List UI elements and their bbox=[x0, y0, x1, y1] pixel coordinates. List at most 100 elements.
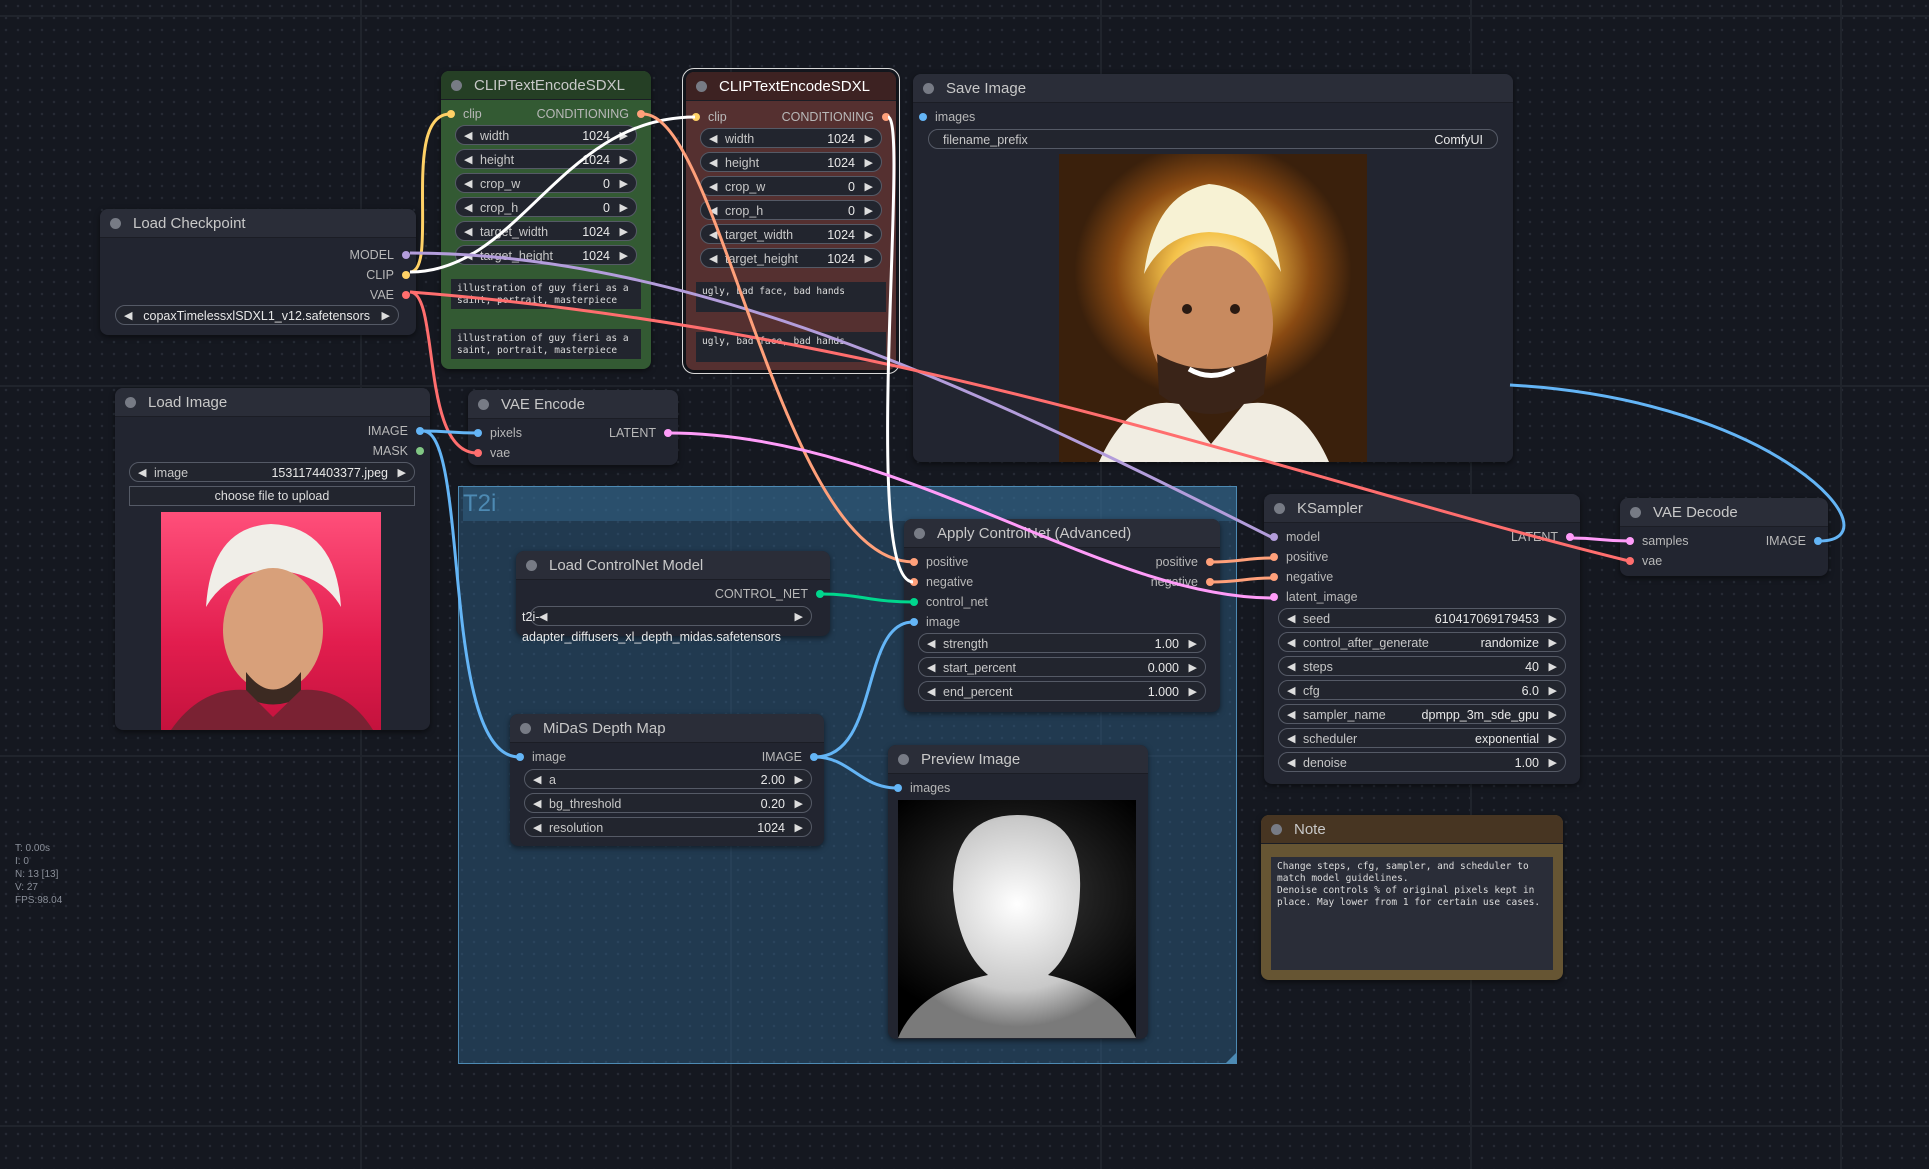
increment-arrow-icon[interactable]: ▶ bbox=[795, 770, 803, 790]
decrement-arrow-icon[interactable]: ◀ bbox=[464, 198, 472, 218]
slot-dot-icon[interactable] bbox=[474, 448, 482, 457]
increment-arrow-icon[interactable]: ▶ bbox=[865, 201, 873, 221]
slot-dot-icon[interactable] bbox=[816, 589, 824, 598]
decrement-arrow-icon[interactable]: ◀ bbox=[1287, 633, 1295, 653]
node-save-image[interactable]: Save Image images filename_prefix ComfyU… bbox=[913, 74, 1513, 462]
widget-resolution[interactable]: ◀ resolution 1024 ▶ bbox=[524, 817, 812, 837]
slot-dot-icon[interactable] bbox=[474, 428, 482, 437]
widget-crop-h[interactable]: ◀ crop_h 0 ▶ bbox=[455, 197, 637, 217]
increment-arrow-icon[interactable]: ▶ bbox=[620, 222, 628, 242]
increment-arrow-icon[interactable]: ▶ bbox=[398, 463, 406, 483]
node-header[interactable]: CLIPTextEncodeSDXL bbox=[686, 72, 896, 101]
group-title[interactable]: T2i bbox=[463, 487, 1236, 521]
node-header[interactable]: Preview Image bbox=[888, 745, 1148, 774]
slot-dot-icon[interactable] bbox=[1270, 552, 1278, 561]
collapse-dot-icon[interactable] bbox=[1274, 502, 1285, 514]
decrement-arrow-icon[interactable]: ◀ bbox=[533, 818, 541, 838]
collapse-dot-icon[interactable] bbox=[696, 80, 707, 92]
input-image[interactable]: image bbox=[516, 748, 566, 766]
decrement-arrow-icon[interactable]: ◀ bbox=[533, 770, 541, 790]
increment-arrow-icon[interactable]: ▶ bbox=[1549, 729, 1557, 749]
decrement-arrow-icon[interactable]: ◀ bbox=[709, 153, 717, 173]
node-header[interactable]: Note bbox=[1261, 815, 1563, 844]
widget-target-width[interactable]: ◀ target_width 1024 ▶ bbox=[455, 221, 637, 241]
increment-arrow-icon[interactable]: ▶ bbox=[620, 198, 628, 218]
collapse-dot-icon[interactable] bbox=[898, 753, 909, 765]
input-vae[interactable]: vae bbox=[1626, 552, 1662, 570]
widget-start-percent[interactable]: ◀ start_percent 0.000 ▶ bbox=[918, 657, 1206, 677]
increment-arrow-icon[interactable]: ▶ bbox=[620, 150, 628, 170]
node-ksampler[interactable]: KSampler model positive negative latent_… bbox=[1264, 494, 1580, 784]
input-positive[interactable]: positive bbox=[910, 553, 968, 571]
slot-dot-icon[interactable] bbox=[1566, 532, 1574, 541]
output-model[interactable]: MODEL bbox=[350, 246, 410, 264]
increment-arrow-icon[interactable]: ▶ bbox=[1549, 681, 1557, 701]
slot-dot-icon[interactable] bbox=[1626, 556, 1634, 565]
widget-image[interactable]: ◀ image 1531174403377.jpeg ▶ bbox=[129, 462, 415, 482]
slot-dot-icon[interactable] bbox=[637, 109, 645, 118]
output-conditioning[interactable]: CONDITIONING bbox=[782, 108, 890, 126]
node-apply-controlnet[interactable]: Apply ControlNet (Advanced) positive neg… bbox=[904, 519, 1220, 712]
note-text-input[interactable]: Change steps, cfg, sampler, and schedule… bbox=[1271, 857, 1553, 970]
node-header[interactable]: Save Image bbox=[913, 74, 1513, 103]
input-images[interactable]: images bbox=[894, 779, 950, 797]
slot-dot-icon[interactable] bbox=[1814, 536, 1822, 545]
collapse-dot-icon[interactable] bbox=[1630, 506, 1641, 518]
decrement-arrow-icon[interactable]: ◀ bbox=[464, 246, 472, 266]
widget-seed[interactable]: ◀ seed 610417069179453 ▶ bbox=[1278, 608, 1566, 628]
slot-dot-icon[interactable] bbox=[402, 270, 410, 279]
slot-dot-icon[interactable] bbox=[402, 250, 410, 259]
widget-end-percent[interactable]: ◀ end_percent 1.000 ▶ bbox=[918, 681, 1206, 701]
decrement-arrow-icon[interactable]: ◀ bbox=[709, 177, 717, 197]
decrement-arrow-icon[interactable]: ◀ bbox=[927, 634, 935, 654]
decrement-arrow-icon[interactable]: ◀ bbox=[927, 682, 935, 702]
widget-a[interactable]: ◀ a 2.00 ▶ bbox=[524, 769, 812, 789]
group-resize-handle[interactable] bbox=[1226, 1053, 1236, 1063]
decrement-arrow-icon[interactable]: ◀ bbox=[464, 174, 472, 194]
decrement-arrow-icon[interactable]: ◀ bbox=[533, 794, 541, 814]
node-header[interactable]: MiDaS Depth Map bbox=[510, 714, 824, 743]
slot-dot-icon[interactable] bbox=[910, 597, 918, 606]
slot-dot-icon[interactable] bbox=[910, 577, 918, 586]
slot-dot-icon[interactable] bbox=[1206, 577, 1214, 586]
input-model[interactable]: model bbox=[1270, 528, 1320, 546]
widget-cfg[interactable]: ◀ cfg 6.0 ▶ bbox=[1278, 680, 1566, 700]
node-vae-encode[interactable]: VAE Encode pixels vae LATENT bbox=[468, 390, 678, 465]
slot-dot-icon[interactable] bbox=[894, 783, 902, 792]
slot-dot-icon[interactable] bbox=[1270, 532, 1278, 541]
slot-dot-icon[interactable] bbox=[664, 428, 672, 437]
collapse-dot-icon[interactable] bbox=[125, 396, 136, 408]
decrement-arrow-icon[interactable]: ◀ bbox=[709, 201, 717, 221]
widget-ckpt-name[interactable]: ◀ copaxTimelessxlSDXL1_v12.safetensors ▶ bbox=[115, 305, 399, 325]
decrement-arrow-icon[interactable]: ◀ bbox=[1287, 609, 1295, 629]
slot-dot-icon[interactable] bbox=[910, 617, 918, 626]
widget-denoise[interactable]: ◀ denoise 1.00 ▶ bbox=[1278, 752, 1566, 772]
increment-arrow-icon[interactable]: ▶ bbox=[1189, 634, 1197, 654]
output-positive[interactable]: positive bbox=[1156, 553, 1214, 571]
widget-bg-threshold[interactable]: ◀ bg_threshold 0.20 ▶ bbox=[524, 793, 812, 813]
output-image[interactable]: IMAGE bbox=[762, 748, 818, 766]
node-header[interactable]: VAE Encode bbox=[468, 390, 678, 419]
increment-arrow-icon[interactable]: ▶ bbox=[795, 818, 803, 838]
upload-button[interactable]: choose file to upload bbox=[129, 486, 415, 506]
increment-arrow-icon[interactable]: ▶ bbox=[1549, 753, 1557, 773]
widget-strength[interactable]: ◀ strength 1.00 ▶ bbox=[918, 633, 1206, 653]
output-control-net[interactable]: CONTROL_NET bbox=[715, 585, 824, 603]
node-vae-decode[interactable]: VAE Decode samples vae IMAGE bbox=[1620, 498, 1828, 576]
node-load-image[interactable]: Load Image IMAGE MASK ◀ image 1531174403… bbox=[115, 388, 430, 730]
node-load-controlnet[interactable]: Load ControlNet Model CONTROL_NET ◀ t2i-… bbox=[516, 551, 830, 644]
slot-dot-icon[interactable] bbox=[416, 426, 424, 435]
input-negative[interactable]: negative bbox=[910, 573, 973, 591]
slot-dot-icon[interactable] bbox=[402, 290, 410, 299]
output-mask[interactable]: MASK bbox=[373, 442, 424, 460]
increment-arrow-icon[interactable]: ▶ bbox=[1549, 657, 1557, 677]
increment-arrow-icon[interactable]: ▶ bbox=[1549, 609, 1557, 629]
slot-dot-icon[interactable] bbox=[919, 112, 927, 121]
node-clip-text-encode-positive[interactable]: CLIPTextEncodeSDXL clip CONDITIONING ◀ wi… bbox=[441, 71, 651, 369]
text-l-input[interactable]: ugly, bad face, bad hands bbox=[696, 332, 886, 362]
widget-crop-h[interactable]: ◀ crop_h 0 ▶ bbox=[700, 200, 882, 220]
node-clip-text-encode-negative[interactable]: CLIPTextEncodeSDXL clip CONDITIONING ◀ wi… bbox=[682, 68, 900, 374]
node-header[interactable]: VAE Decode bbox=[1620, 498, 1828, 527]
decrement-arrow-icon[interactable]: ◀ bbox=[709, 225, 717, 245]
increment-arrow-icon[interactable]: ▶ bbox=[795, 794, 803, 814]
